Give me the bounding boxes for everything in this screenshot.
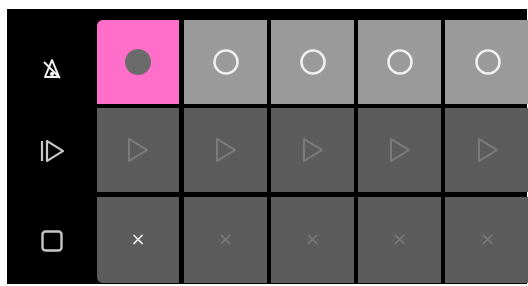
- record-empty-icon: [386, 49, 413, 75]
- record-clip-1-button[interactable]: [97, 20, 179, 104]
- clear-icon: ×: [304, 229, 321, 250]
- play-clip-2-button[interactable]: [184, 108, 267, 192]
- looper-panel: × × × × ×: [7, 9, 528, 284]
- clear-icon: ×: [391, 229, 408, 250]
- record-empty-icon: [474, 49, 501, 75]
- record-clip-5-button[interactable]: [445, 20, 528, 104]
- record-clip-4-button[interactable]: [358, 20, 441, 104]
- clear-icon: ×: [479, 229, 496, 250]
- record-empty-icon: [299, 49, 326, 75]
- record-clip-3-button[interactable]: [271, 20, 354, 104]
- clear-clip-5-button[interactable]: ×: [445, 197, 528, 283]
- clear-clip-4-button[interactable]: ×: [358, 197, 441, 283]
- metronome-toggle-button[interactable]: [37, 54, 67, 84]
- play-icon: [215, 138, 236, 162]
- play-all-icon: [40, 139, 65, 163]
- clip-grid: × × × × ×: [97, 20, 528, 283]
- play-clip-1-button[interactable]: [97, 108, 179, 192]
- record-empty-icon: [212, 49, 239, 75]
- clear-clip-3-button[interactable]: ×: [271, 197, 354, 283]
- looper-app: × × × × ×: [0, 0, 528, 286]
- play-icon: [128, 138, 148, 162]
- metronome-off-icon: [43, 59, 61, 79]
- clear-icon: ×: [217, 229, 234, 250]
- stop-all-button[interactable]: [37, 226, 67, 256]
- play-icon: [477, 138, 498, 162]
- clear-clip-2-button[interactable]: ×: [184, 197, 267, 283]
- sidebar: [7, 9, 97, 284]
- clear-clip-1-button[interactable]: ×: [97, 197, 179, 283]
- stop-all-icon: [41, 230, 63, 252]
- play-clip-4-button[interactable]: [358, 108, 441, 192]
- clear-icon: ×: [130, 229, 146, 250]
- play-all-button[interactable]: [37, 136, 67, 166]
- play-clip-3-button[interactable]: [271, 108, 354, 192]
- play-icon: [302, 138, 323, 162]
- play-clip-5-button[interactable]: [445, 108, 528, 192]
- play-icon: [389, 138, 410, 162]
- record-filled-icon: [125, 49, 151, 75]
- record-clip-2-button[interactable]: [184, 20, 267, 104]
